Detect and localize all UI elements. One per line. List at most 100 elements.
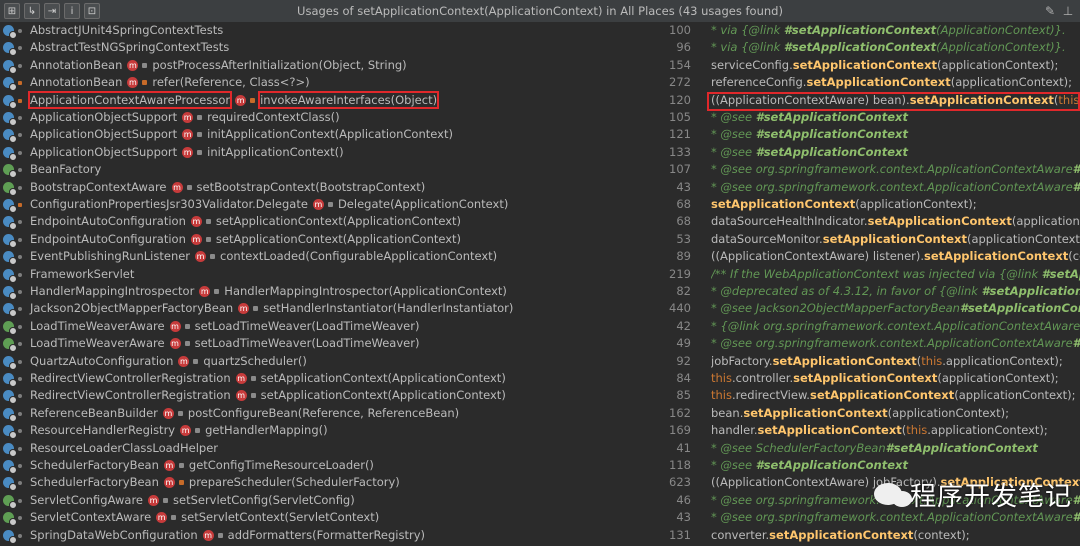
class-icon: [3, 390, 17, 405]
visibility-icon: [184, 323, 190, 329]
usage-row[interactable]: BootstrapContextAware m setBootstrapContex…: [0, 179, 1080, 196]
usage-method-name: setLoadTimeWeaver(LoadTimeWeaver): [194, 318, 420, 333]
usage-row[interactable]: RedirectViewControllerRegistration m setAp…: [0, 387, 1080, 405]
usage-class-name: ResourceLoaderClassLoadHelper: [30, 440, 218, 455]
usage-class-name: ResourceHandlerRegistry: [30, 423, 176, 438]
visibility-icon: [18, 272, 22, 277]
usage-code-snippet: dataSourceHealthIndicator.setApplication…: [711, 214, 1080, 229]
usage-class-name: SchedulerFactoryBean: [30, 475, 159, 490]
method-icon: m: [182, 146, 194, 158]
visibility-icon: [217, 532, 223, 538]
usage-row[interactable]: FrameworkServlet 219 /** If the WebApplica…: [0, 266, 1080, 283]
class-icon: [3, 77, 17, 92]
usage-row[interactable]: AnnotationBean m refer(Reference, Class<?>…: [0, 74, 1080, 92]
usage-row[interactable]: EndpointAutoConfiguration m setApplication…: [0, 213, 1080, 231]
interface-icon: [3, 164, 17, 179]
usage-code-snippet: ((ApplicationContextAware) listener).set…: [711, 249, 1080, 264]
usage-method: m requiredContextClass(): [182, 109, 340, 126]
usage-class-cell: ResourceLoaderClassLoadHelper: [30, 440, 218, 457]
usage-row[interactable]: HandlerMappingIntrospector m HandlerMappin…: [0, 283, 1080, 300]
usage-class-name: EventPublishingRunListener: [30, 249, 191, 264]
usage-code-snippet: * @see #setApplicationContext: [711, 144, 908, 159]
visibility-icon: [18, 29, 22, 33]
method-icon: m: [195, 251, 207, 263]
usage-class-cell: ResourceHandlerRegistry m getHandlerMappin…: [30, 422, 328, 439]
usage-class-name: RedirectViewControllerRegistration: [30, 388, 231, 403]
visibility-icon: [214, 289, 220, 294]
usage-class-name: ApplicationObjectSupport: [30, 127, 178, 142]
visibility-icon: [18, 429, 22, 434]
class-icon: [3, 42, 17, 57]
usage-code-snippet: setApplicationContext(applicationContext…: [711, 197, 977, 211]
usage-row[interactable]: EndpointAutoConfiguration m setApplication…: [0, 231, 1080, 248]
method-icon: m: [171, 181, 183, 193]
usage-row[interactable]: AnnotationBean m postProcessAfterInitializ…: [0, 57, 1080, 74]
usage-row[interactable]: ResourceHandlerRegistry m getHandlerMappin…: [0, 422, 1080, 440]
usage-method: m refer(Reference, Class<?>): [127, 74, 310, 91]
usage-method-name: quartzScheduler(): [203, 353, 307, 368]
usage-row[interactable]: ApplicationContextAwareProcessor m invokeA…: [0, 90, 1080, 111]
visibility-icon: [195, 428, 201, 434]
usage-method: m setHandlerInstantiator(HandlerInstantia…: [238, 300, 513, 317]
usage-row[interactable]: SchedulerFactoryBean m getConfigTimeResour…: [0, 457, 1080, 474]
usage-line-number: 154: [669, 57, 691, 72]
usage-row[interactable]: ConfigurationPropertiesJsr303Validator.D…: [0, 196, 1080, 213]
class-icon: [3, 59, 17, 74]
interface-icon: [3, 512, 17, 527]
usage-row[interactable]: LoadTimeWeaverAware m setLoadTimeWeaver(Lo…: [0, 318, 1080, 335]
visibility-icon: [18, 359, 22, 364]
usage-method-name: getHandlerMapping(): [205, 423, 328, 438]
usage-row[interactable]: EventPublishingRunListener m contextLoaded…: [0, 248, 1080, 266]
usage-row[interactable]: ApplicationObjectSupport m requiredContext…: [0, 109, 1080, 126]
usage-method: m setLoadTimeWeaver(LoadTimeWeaver): [169, 318, 420, 335]
usage-method: m setApplicationContext(ApplicationContex…: [235, 370, 506, 387]
usage-class-name: FrameworkServlet: [30, 266, 135, 281]
usage-code-snippet: dataSourceMonitor.setApplicationContext(…: [711, 231, 1080, 246]
visibility-icon: [18, 324, 22, 329]
usage-code-snippet: this.redirectView.setApplicationContext(…: [711, 388, 1076, 403]
usage-class-cell: EventPublishingRunListener m contextLoaded…: [30, 248, 497, 265]
usage-method: m setServletConfig(ServletConfig): [148, 492, 355, 509]
visibility-icon: [18, 46, 22, 51]
usage-line-number: 623: [669, 475, 691, 490]
usage-class-cell: ServletContextAware m setServletContext(Se…: [30, 509, 379, 526]
usage-class-name: QuartzAutoConfiguration: [30, 353, 174, 368]
visibility-icon: [205, 236, 211, 242]
usage-row[interactable]: AbstractTestNGSpringContextTests 96 * via …: [0, 39, 1080, 57]
method-icon: m: [235, 390, 247, 402]
usage-row[interactable]: QuartzAutoConfiguration m quartzScheduler(…: [0, 353, 1080, 370]
usage-class-name: SpringDataWebConfiguration: [30, 527, 198, 542]
usage-class-name: HandlerMappingIntrospector: [30, 284, 195, 298]
class-icon: [3, 529, 17, 544]
usage-method-name: contextLoaded(ConfigurableApplicationCon…: [220, 249, 498, 264]
hide-panel-icon[interactable]: ⊥: [1061, 3, 1075, 19]
visibility-icon: [142, 62, 148, 68]
usage-method: m initApplicationContext(): [182, 144, 344, 161]
visibility-icon: [18, 533, 22, 538]
lock-icon: [18, 98, 22, 103]
usage-row[interactable]: LoadTimeWeaverAware m setLoadTimeWeaver(Lo…: [0, 335, 1080, 353]
settings-wrench-icon[interactable]: ✎: [1043, 3, 1057, 19]
usage-method: m setBootstrapContext(BootstrapContext): [171, 179, 425, 196]
usage-row[interactable]: ResourceLoaderClassLoadHelper 41 * @see Sc…: [0, 440, 1080, 457]
usage-row[interactable]: ApplicationObjectSupport m initApplication…: [0, 144, 1080, 161]
usage-row[interactable]: BeanFactory 107 * @see org.springframework…: [0, 161, 1080, 179]
usage-row[interactable]: Jackson2ObjectMapperFactoryBean m setHandl…: [0, 300, 1080, 318]
usage-row[interactable]: RedirectViewControllerRegistration m setAp…: [0, 370, 1080, 387]
usage-row[interactable]: ReferenceBeanBuilder m postConfigureBean(R…: [0, 405, 1080, 422]
usage-class-name: AbstractTestNGSpringContextTests: [30, 40, 230, 55]
usages-list: AbstractJUnit4SpringContextTests 100 * via…: [0, 22, 1080, 546]
visibility-icon: [18, 150, 22, 155]
usage-line-number: 105: [669, 110, 691, 124]
lock-icon: [18, 203, 22, 207]
visibility-icon: [18, 342, 22, 347]
visibility-icon: [18, 394, 22, 399]
usage-line-number: 440: [669, 301, 691, 316]
usage-row[interactable]: AbstractJUnit4SpringContextTests 100 * via…: [0, 22, 1080, 39]
usage-line-number: 107: [669, 162, 691, 177]
class-icon: [3, 477, 17, 492]
usage-row[interactable]: ApplicationObjectSupport m initApplication…: [0, 126, 1080, 144]
class-icon: [3, 129, 17, 144]
usage-class-name: BeanFactory: [30, 162, 102, 177]
usage-row[interactable]: SpringDataWebConfiguration m addFormatters…: [0, 527, 1080, 544]
